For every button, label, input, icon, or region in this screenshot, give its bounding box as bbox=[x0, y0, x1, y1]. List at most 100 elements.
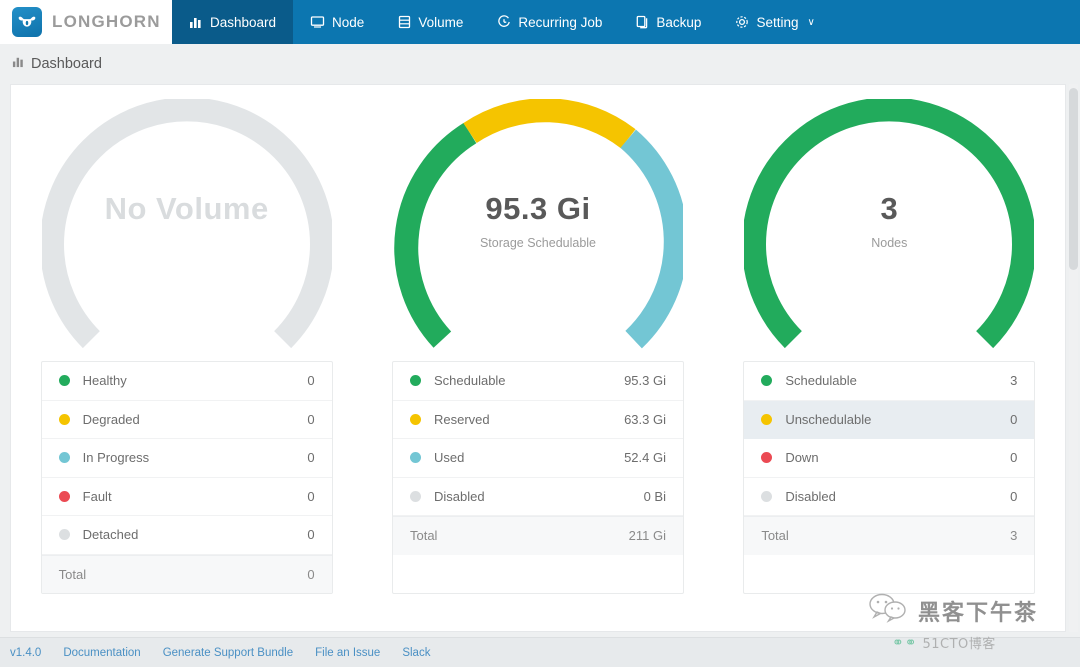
brand-logo[interactable]: LONGHORN bbox=[0, 0, 172, 44]
table-total-row: Total 0 bbox=[41, 554, 332, 593]
table-row[interactable]: Unschedulable 0 bbox=[744, 400, 1035, 439]
table-row[interactable]: Healthy 0 bbox=[41, 362, 332, 401]
gauge-nodes: 3 Nodes bbox=[714, 99, 1065, 357]
nav-item-recurring-job[interactable]: Recurring Job bbox=[480, 0, 619, 44]
table-row[interactable]: In Progress 0 bbox=[41, 439, 332, 478]
row-value: 63.3 Gi bbox=[624, 411, 666, 427]
table-row[interactable]: Reserved 63.3 Gi bbox=[392, 401, 683, 439]
nav-label: Recurring Job bbox=[518, 14, 603, 30]
gauge-row: No Volume 95.3 Gi Storage Schedulable 3 … bbox=[11, 85, 1065, 357]
status-dot-used bbox=[409, 452, 421, 464]
nav-item-dashboard[interactable]: Dashboard bbox=[172, 0, 294, 44]
status-dot-down bbox=[761, 452, 773, 464]
row-value: 0 bbox=[307, 450, 315, 466]
row-label: Reserved bbox=[433, 411, 490, 427]
row-value: 0 bbox=[307, 411, 315, 427]
page-scrollbar-thumb[interactable] bbox=[1069, 88, 1078, 270]
gauge-volume: No Volume bbox=[11, 99, 362, 357]
nav-item-volume[interactable]: Volume bbox=[381, 0, 480, 44]
table-row[interactable]: Used 52.4 Gi bbox=[392, 439, 683, 478]
footer-link-slack[interactable]: Slack bbox=[402, 647, 430, 659]
row-label: Schedulable bbox=[785, 373, 857, 389]
gear-icon bbox=[735, 15, 749, 29]
status-dot-disabled bbox=[409, 490, 421, 502]
breadcrumb-label: Dashboard bbox=[31, 55, 102, 72]
table-row[interactable]: Schedulable 3 bbox=[744, 362, 1035, 401]
row-value: 0 bbox=[307, 527, 315, 543]
status-dot-healthy bbox=[58, 375, 70, 387]
volume-status-table: Healthy 0 Degraded 0 In Progress 0 Fault… bbox=[40, 361, 333, 594]
status-dot-fault bbox=[58, 490, 70, 502]
table-total-row: Total 3 bbox=[744, 516, 1035, 555]
table-row[interactable]: Disabled 0 bbox=[744, 478, 1035, 516]
row-value: 0 bbox=[1010, 450, 1018, 466]
footer-link-version[interactable]: v1.4.0 bbox=[10, 647, 41, 659]
top-navigation-bar: LONGHORN Dashboard Node Volume Recurring… bbox=[0, 0, 1080, 44]
row-label: Disabled bbox=[433, 488, 485, 504]
row-label: Healthy bbox=[82, 373, 127, 389]
breadcrumb: Dashboard bbox=[0, 44, 1080, 83]
dashboard-card: No Volume 95.3 Gi Storage Schedulable 3 … bbox=[10, 84, 1066, 632]
bar-chart-icon bbox=[189, 15, 203, 29]
row-label: Fault bbox=[82, 488, 112, 504]
footer-link-file-issue[interactable]: File an Issue bbox=[315, 647, 380, 659]
table-row[interactable]: Schedulable 95.3 Gi bbox=[392, 362, 683, 401]
status-dot-schedulable bbox=[761, 375, 773, 387]
brand-name: LONGHORN bbox=[52, 12, 161, 31]
gauge-volume-chart bbox=[41, 99, 332, 349]
table-total-row: Total 211 Gi bbox=[392, 516, 683, 555]
total-value: 3 bbox=[1010, 528, 1018, 544]
nav-label: Volume bbox=[418, 14, 464, 30]
legend-col-nodes: Schedulable 3 Unschedulable 0 Down 0 Dis… bbox=[714, 361, 1065, 594]
total-label: Total bbox=[58, 566, 87, 582]
row-label: Unschedulable bbox=[785, 411, 872, 427]
nav-item-setting[interactable]: Setting ∨ bbox=[718, 0, 831, 44]
nav-label: Node bbox=[332, 14, 365, 30]
legend-col-volume: Healthy 0 Degraded 0 In Progress 0 Fault… bbox=[11, 361, 362, 594]
row-value: 0 bbox=[307, 373, 315, 389]
chevron-down-icon: ∨ bbox=[807, 16, 815, 28]
row-label: Schedulable bbox=[433, 373, 506, 389]
row-value: 0 bbox=[307, 488, 315, 504]
total-value: 211 Gi bbox=[628, 528, 666, 544]
longhorn-bull-icon bbox=[12, 7, 42, 37]
storage-status-table: Schedulable 95.3 Gi Reserved 63.3 Gi Use… bbox=[391, 361, 684, 594]
nav-item-node[interactable]: Node bbox=[293, 0, 381, 44]
footer-bar: v1.4.0 Documentation Generate Support Bu… bbox=[0, 637, 1080, 667]
row-value: 0 bbox=[1010, 488, 1018, 504]
status-dot-degraded bbox=[58, 413, 70, 425]
status-dot-unschedulable bbox=[761, 413, 773, 425]
gauge-storage-chart bbox=[394, 99, 683, 349]
nav-label: Setting bbox=[756, 14, 799, 30]
table-row[interactable]: Down 0 bbox=[744, 439, 1035, 478]
footer-link-documentation[interactable]: Documentation bbox=[63, 647, 140, 659]
total-label: Total bbox=[409, 528, 438, 544]
status-dot-disabled bbox=[761, 490, 773, 502]
nav-label: Dashboard bbox=[210, 14, 277, 30]
nav-item-backup[interactable]: Backup bbox=[619, 0, 718, 44]
table-row[interactable]: Degraded 0 bbox=[41, 401, 332, 439]
gauge-nodes-chart bbox=[744, 99, 1035, 349]
table-row[interactable]: Detached 0 bbox=[41, 516, 332, 555]
legend-col-storage: Schedulable 95.3 Gi Reserved 63.3 Gi Use… bbox=[362, 361, 713, 594]
footer-link-support-bundle[interactable]: Generate Support Bundle bbox=[163, 647, 293, 659]
table-row[interactable]: Disabled 0 Bi bbox=[392, 478, 683, 516]
row-label: Detached bbox=[82, 527, 139, 543]
row-label: Down bbox=[785, 450, 819, 466]
volume-list-icon bbox=[398, 15, 411, 29]
backup-copy-icon bbox=[636, 15, 649, 29]
row-label: Disabled bbox=[785, 488, 836, 504]
total-label: Total bbox=[761, 528, 789, 544]
legend-row: Healthy 0 Degraded 0 In Progress 0 Fault… bbox=[11, 357, 1065, 594]
row-value: 95.3 Gi bbox=[624, 373, 666, 389]
total-value: 0 bbox=[307, 566, 315, 582]
bar-chart-icon bbox=[12, 55, 25, 72]
table-row[interactable]: Fault 0 bbox=[41, 478, 332, 516]
row-value: 0 bbox=[1010, 411, 1018, 427]
row-label: Degraded bbox=[82, 411, 140, 427]
gauge-storage: 95.3 Gi Storage Schedulable bbox=[362, 99, 713, 357]
row-label: Used bbox=[433, 450, 465, 466]
row-value: 0 Bi bbox=[643, 488, 666, 504]
row-value: 52.4 Gi bbox=[624, 450, 666, 466]
status-dot-detached bbox=[58, 529, 70, 541]
